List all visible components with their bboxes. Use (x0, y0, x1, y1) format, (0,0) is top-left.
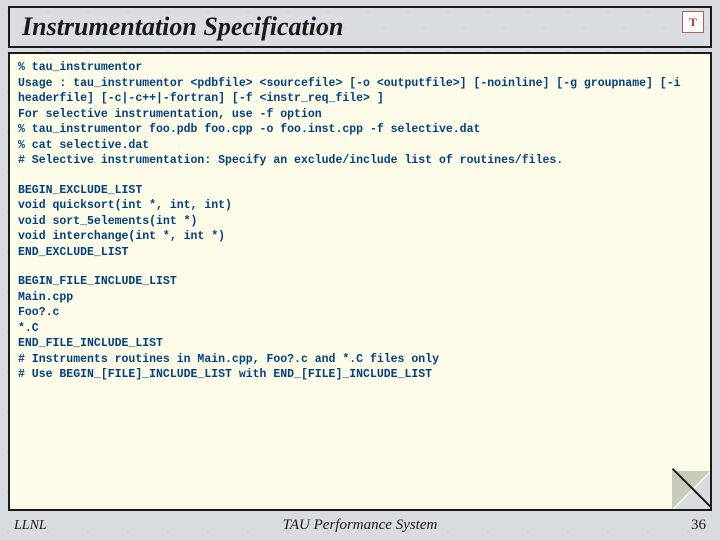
page-curl-icon (672, 471, 710, 509)
slide-title: Instrumentation Specification (22, 12, 698, 42)
tau-logo-icon: T (682, 11, 704, 33)
page-number: 36 (691, 517, 706, 534)
slide-footer: LLNL TAU Performance System 36 (0, 515, 720, 540)
logo-text: T (689, 15, 697, 30)
slide-title-bar: Instrumentation Specification T (8, 6, 712, 48)
code-listing: % tau_instrumentor Usage : tau_instrumen… (18, 60, 702, 383)
footer-org: LLNL (14, 518, 47, 534)
footer-system: TAU Performance System (283, 517, 438, 534)
slide-body: % tau_instrumentor Usage : tau_instrumen… (8, 52, 712, 511)
code-block-usage: % tau_instrumentor Usage : tau_instrumen… (18, 60, 702, 169)
code-block-include: BEGIN_FILE_INCLUDE_LIST Main.cpp Foo?.c … (18, 274, 702, 383)
code-block-exclude: BEGIN_EXCLUDE_LIST void quicksort(int *,… (18, 183, 702, 261)
